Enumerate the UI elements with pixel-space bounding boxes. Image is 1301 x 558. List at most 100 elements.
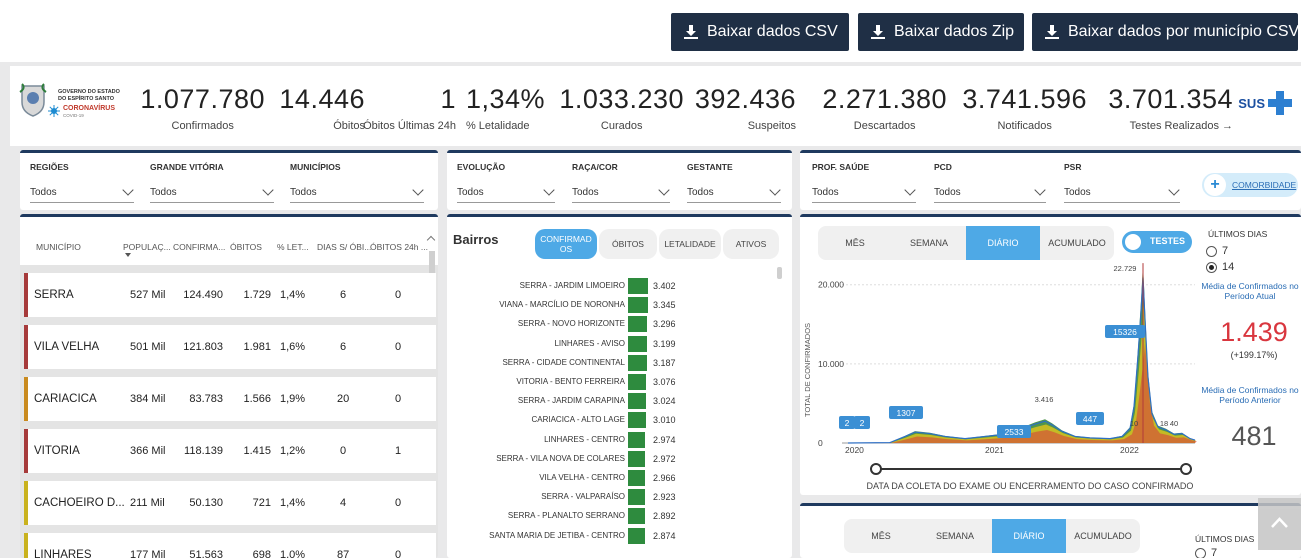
bairro-bar — [628, 470, 645, 486]
tab-label: MÊS — [845, 238, 865, 248]
prof-saude-select[interactable]: Todos — [812, 181, 916, 203]
evolucao-select[interactable]: Todos — [457, 181, 555, 203]
table-row[interactable]: CARIACICA 384 Mil 83.783 1.566 1,9% 20 0 — [24, 377, 436, 421]
gestante-select[interactable]: Todos — [687, 181, 781, 203]
download-municipio-button[interactable]: Baixar dados por município CSV — [1032, 13, 1299, 51]
stat-obitos-24h: 1 Óbitos Últimas 24h — [363, 84, 456, 132]
col-obitos[interactable]: ÓBITOS — [230, 242, 262, 252]
cell-populacao: 384 Mil — [130, 393, 166, 405]
testes-toggle[interactable]: TESTES — [1122, 231, 1192, 253]
comorbidade-button[interactable]: + COMORBIDADE — [1202, 173, 1298, 197]
select-value: Todos — [30, 187, 57, 198]
download-zip-button[interactable]: Baixar dados Zip — [858, 13, 1024, 51]
cell-municipio: CARIACICA — [34, 393, 97, 405]
cell-obitos: 698 — [252, 549, 271, 558]
cell-dias: 6 — [340, 289, 347, 301]
bairro-row[interactable]: SANTA MARIA DE JETIBA - CENTRO 2.874 — [447, 527, 787, 545]
bairro-row[interactable]: VIANA - MARCÍLIO DE NORONHA 3.345 — [447, 296, 787, 314]
bairro-row[interactable]: SERRA - NOVO HORIZONTE 3.296 — [447, 315, 787, 333]
table-header: MUNICÍPIO POPULAÇ... CONFIRMA... ÓBITOS … — [20, 217, 438, 265]
table-row[interactable]: VITORIA 366 Mil 118.139 1.415 1,2% 0 1 — [24, 429, 436, 473]
slider-handle-start[interactable] — [870, 463, 882, 475]
bairro-value: 2.974 — [653, 434, 676, 445]
sus-label: SUS — [1238, 95, 1265, 111]
raca-cor-select[interactable]: Todos — [572, 181, 670, 203]
tab-obitos[interactable]: ÓBITOS — [599, 229, 657, 259]
bairro-row[interactable]: SERRA - JARDIM LIMOEIRO 3.402 — [447, 277, 787, 295]
stat-testes[interactable]: 3.701.354 Testes Realizados → — [1108, 84, 1233, 132]
tab-ativos[interactable]: ATIVOS — [723, 229, 779, 259]
download-icon — [1044, 24, 1060, 40]
scroll-up-icon[interactable] — [426, 235, 436, 245]
bairro-row[interactable]: SERRA - JARDIM CARAPINA 3.024 — [447, 392, 787, 410]
tab-label: ÓBITOS — [612, 239, 644, 249]
regioes-select[interactable]: Todos — [30, 181, 134, 203]
tab-mes[interactable]: MÊS — [818, 226, 892, 260]
municipios-select[interactable]: Todos — [290, 181, 424, 203]
tab-letalidade[interactable]: LETALIDADE — [659, 229, 721, 259]
cell-dias: 0 — [340, 445, 347, 457]
bairros-panel: Bairros CONFIRMAD OS ÓBITOS LETALIDADE A… — [447, 214, 792, 558]
col-obitos-24h[interactable]: ÓBITOS 24h ... — [370, 242, 428, 252]
media-anterior-label: Média de Confirmados no Período Anterior — [1201, 385, 1299, 405]
bairro-name: SANTA MARIA DE JETIBA - CENTRO — [489, 530, 625, 540]
logo-line-2: DO ESPÍRITO SANTO — [58, 96, 115, 102]
table-row[interactable]: CACHOEIRO D... 211 Mil 50.130 721 1,4% 4… — [24, 481, 436, 525]
table-row[interactable]: LINHARES 177 Mil 51.563 698 1,0% 87 0 — [24, 533, 436, 558]
bairro-row[interactable]: VILA VELHA - CENTRO 2.966 — [447, 469, 787, 487]
pcd-select[interactable]: Todos — [934, 181, 1046, 203]
tab-acumulado[interactable]: ACUMULADO — [1040, 226, 1114, 260]
cell-obitos: 1.981 — [243, 341, 271, 353]
stat-obitos: 14.446 Óbitos — [279, 84, 365, 132]
table-row[interactable]: SERRA 527 Mil 124.490 1.729 1,4% 6 0 — [24, 273, 436, 317]
cell-dias: 87 — [337, 549, 350, 558]
bairro-row[interactable]: LINHARES - AVISO 3.199 — [447, 335, 787, 353]
bairro-bar — [628, 450, 645, 467]
download-csv-button[interactable]: Baixar dados CSV — [671, 13, 849, 51]
psr-select[interactable]: Todos — [1064, 181, 1180, 203]
tab-semana[interactable]: SEMANA — [892, 226, 966, 260]
stat-value: 392.436 — [694, 84, 796, 114]
scroll-to-top-button[interactable] — [1258, 498, 1301, 550]
tab-acumulado[interactable]: ACUMULADO — [1066, 519, 1140, 553]
bairro-row[interactable]: CARIACICA - ALTO LAGE 3.010 — [447, 411, 787, 429]
slider-handle-end[interactable] — [1180, 463, 1192, 475]
radio-7-dias[interactable]: 7 — [1195, 547, 1217, 558]
grande-vitoria-select[interactable]: Todos — [150, 181, 274, 203]
tab-semana[interactable]: SEMANA — [918, 519, 992, 553]
col-dias-sem-obito[interactable]: DIAS S/ ÓBI... — [317, 242, 371, 252]
bairro-name: SERRA - CIDADE CONTINENTAL — [502, 357, 625, 367]
data-label: 3.416 — [1035, 395, 1054, 404]
stat-notificados: 3.741.596 Notificados — [962, 84, 1087, 132]
chevron-down-icon — [412, 184, 424, 196]
bairro-row[interactable]: SERRA - PLANALTO SERRANO 2.892 — [447, 507, 787, 525]
bairro-row[interactable]: VITORIA - BENTO FERREIRA 3.076 — [447, 373, 787, 391]
date-range-slider[interactable] — [870, 463, 1192, 475]
filter-label: PCD — [934, 162, 952, 172]
tab-mes[interactable]: MÊS — [844, 519, 918, 553]
filter-label: GESTANTE — [687, 162, 733, 172]
radio-14-dias[interactable]: 14 — [1206, 261, 1234, 273]
cell-letalidade: 1,4% — [280, 497, 306, 509]
stat-value: 1.033.230 — [559, 84, 684, 114]
bairro-row[interactable]: SERRA - CIDADE CONTINENTAL 3.187 — [447, 354, 787, 372]
table-row[interactable]: VILA VELHA 501 Mil 121.803 1.981 1,6% 6 … — [24, 325, 436, 369]
cell-municipio: LINHARES — [34, 549, 92, 558]
filter-label: EVOLUÇÃO — [457, 162, 506, 172]
radio-7-dias[interactable]: 7 — [1206, 245, 1228, 257]
col-letalidade[interactable]: % LET... — [277, 242, 309, 252]
tab-confirmados[interactable]: CONFIRMAD OS — [535, 229, 597, 259]
col-confirmados[interactable]: CONFIRMA... — [173, 242, 225, 252]
tab-diario[interactable]: DIÁRIO — [992, 519, 1066, 553]
bairro-row[interactable]: SERRA - VALPARAÍSO 2.923 — [447, 488, 787, 506]
radio-circle — [1206, 261, 1217, 273]
bairro-row[interactable]: LINHARES - CENTRO 2.974 — [447, 431, 787, 449]
bairro-row[interactable]: SERRA - VILA NOVA DE COLARES 2.972 — [447, 450, 787, 468]
slider-track — [876, 468, 1186, 470]
col-municipio[interactable]: MUNICÍPIO — [36, 242, 81, 252]
radio-label: 14 — [1222, 261, 1235, 273]
col-populacao[interactable]: POPULAÇ... — [123, 242, 171, 252]
tab-diario[interactable]: DIÁRIO — [966, 226, 1040, 260]
stats-bar: GOVERNO DO ESTADO DO ESPÍRITO SANTO CORO… — [10, 66, 1301, 146]
bairro-name: LINHARES - CENTRO — [544, 434, 625, 444]
